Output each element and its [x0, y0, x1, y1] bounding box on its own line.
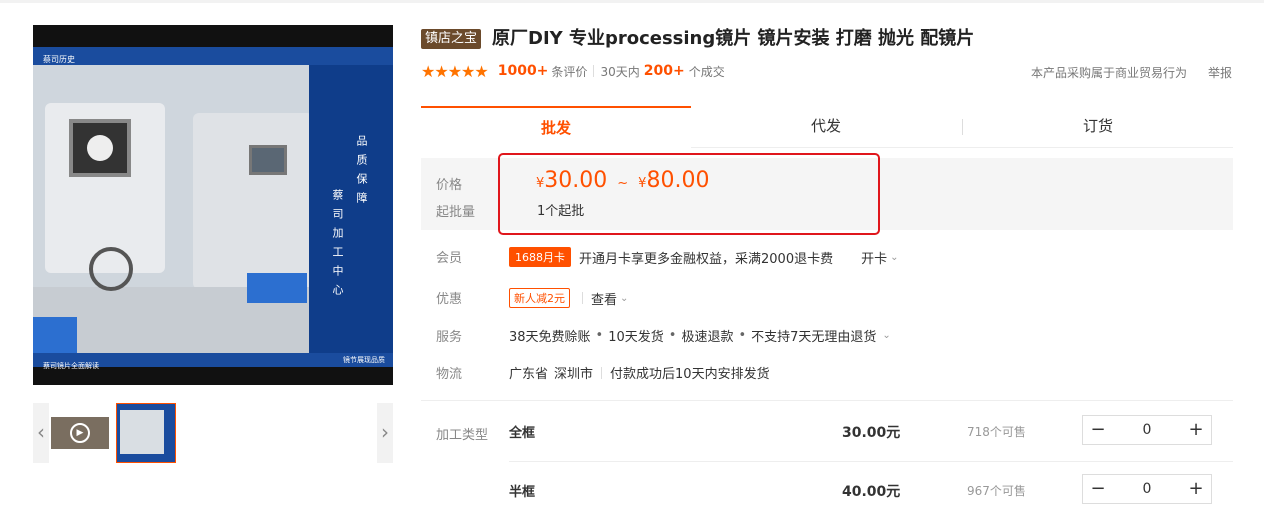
- divider: [582, 292, 583, 304]
- chevron-down-icon[interactable]: ⌄: [890, 252, 898, 263]
- thumbnail-video[interactable]: ▶: [51, 417, 109, 449]
- top-divider: [0, 0, 1264, 3]
- chevron-right-icon: ›: [381, 420, 389, 444]
- tab-order[interactable]: 订货: [963, 106, 1233, 148]
- sku-stock: 967个可售: [967, 484, 1026, 498]
- thumbnail-strip: ‹ ▶ ›: [33, 403, 393, 463]
- logistics-row: 广东省 深圳市 付款成功后10天内安排发货: [509, 363, 770, 382]
- thumbnail-next-button[interactable]: ›: [377, 403, 393, 463]
- discount-label: 优惠: [436, 292, 463, 307]
- review-count[interactable]: 1000+: [498, 63, 549, 79]
- image-footer-right-text: 镜节展现品质: [343, 356, 385, 364]
- sku-price: 30.00元: [842, 425, 901, 441]
- thumbnail-prev-button[interactable]: ‹: [33, 403, 49, 463]
- origin-province: 广东省: [509, 367, 549, 382]
- price-max: 80.00: [646, 168, 710, 193]
- image-footer-text: 蔡司镜片全面解读: [43, 362, 99, 370]
- price-highlight-box: [498, 153, 880, 235]
- store-treasure-badge: 镇店之宝: [421, 29, 482, 49]
- service-item: 不支持7天无理由退货: [751, 330, 877, 345]
- logistics-label: 物流: [436, 367, 463, 382]
- trade-notice: 本产品采购属于商业贸易行为: [1031, 66, 1188, 80]
- quantity-stepper: − 0 +: [1082, 474, 1212, 504]
- panel-text-quality: 品质保障: [355, 135, 368, 211]
- image-header-bar: 蔡司历史: [33, 47, 393, 65]
- divider: [601, 366, 603, 379]
- decrement-button[interactable]: −: [1083, 475, 1113, 503]
- new-user-coupon-tag: 新人减2元: [509, 288, 570, 308]
- sold-label: 个成交: [688, 64, 725, 79]
- shipping-time: 付款成功后10天内安排发货: [610, 367, 770, 382]
- member-label: 会员: [436, 251, 463, 266]
- quantity-stepper: − 0 +: [1082, 415, 1212, 445]
- increment-button[interactable]: +: [1181, 475, 1211, 503]
- service-dot: •: [668, 328, 677, 343]
- discount-row: 新人减2元 查看 ⌄: [509, 288, 628, 308]
- quantity-input[interactable]: 0: [1113, 481, 1181, 497]
- moq-value: 1个起批: [537, 204, 585, 219]
- blue-tray: [247, 273, 307, 303]
- sku-name: 全框: [509, 426, 536, 441]
- report-link[interactable]: 举报: [1208, 64, 1232, 81]
- origin-city: 深圳市: [554, 367, 594, 382]
- service-dot: •: [595, 328, 604, 343]
- image-header-text: 蔡司历史: [43, 55, 75, 64]
- main-product-image[interactable]: 蔡司历史 品质保障 蔡司加工中心 蔡司镜片全面解读 镜节展现品质: [33, 25, 393, 385]
- price-label: 价格: [436, 178, 463, 193]
- lens-machine-right: [193, 113, 313, 289]
- service-item: 极速退款: [681, 330, 734, 345]
- sales-period: 30天内: [600, 64, 640, 79]
- price-tilde: ~: [617, 176, 629, 191]
- service-row[interactable]: 38天免费赊账 • 10天发货 • 极速退款 • 不支持7天无理由退货 ⌄: [509, 326, 891, 345]
- view-discount-button[interactable]: 查看: [591, 289, 617, 308]
- panel-text-center: 蔡司加工中心: [331, 189, 344, 303]
- tab-dropship[interactable]: 代发: [691, 106, 961, 148]
- price-range: ¥30.00 ~ ¥80.00: [536, 168, 709, 193]
- sku-stock: 718个可售: [967, 425, 1026, 439]
- chevron-down-icon[interactable]: ⌄: [620, 293, 628, 304]
- handwheel: [89, 247, 133, 291]
- increment-button[interactable]: +: [1181, 416, 1211, 444]
- review-label[interactable]: 条评价: [551, 63, 587, 80]
- service-dot: •: [738, 328, 747, 343]
- service-item: 38天免费赊账: [509, 330, 591, 345]
- image-side-panel: 品质保障 蔡司加工中心: [309, 65, 393, 353]
- sold-count: 200+: [643, 63, 685, 79]
- member-row: 1688月卡 开通月卡享更多金融权益，采满2000退卡费 开卡 ⌄: [509, 247, 899, 267]
- price-min: 30.00: [544, 168, 608, 193]
- processing-type-label: 加工类型: [436, 428, 489, 443]
- chevron-down-icon[interactable]: ⌄: [882, 330, 890, 341]
- sku-price: 40.00元: [842, 484, 901, 500]
- purchase-mode-tabs: 批发 代发 订货: [421, 106, 1233, 148]
- play-icon: ▶: [70, 423, 90, 443]
- moq-label: 起批量: [436, 205, 476, 220]
- sku-name: 半框: [509, 485, 536, 500]
- divider: [593, 65, 595, 77]
- blue-tray: [33, 317, 77, 353]
- service-item: 10天发货: [608, 330, 664, 345]
- image-footer-bar: 蔡司镜片全面解读 镜节展现品质: [33, 353, 393, 370]
- open-card-button[interactable]: 开卡: [861, 248, 887, 267]
- thumbnail-image-selected[interactable]: [116, 403, 176, 463]
- quantity-input[interactable]: 0: [1113, 422, 1181, 438]
- star-rating-icon: ★★★★★: [421, 61, 489, 81]
- service-label: 服务: [436, 330, 463, 345]
- monthly-card-tag: 1688月卡: [509, 247, 571, 267]
- tab-wholesale[interactable]: 批发: [421, 106, 691, 148]
- decrement-button[interactable]: −: [1083, 416, 1113, 444]
- rating-row: ★★★★★ 1000+ 条评价 30天内 200+ 个成交: [421, 61, 725, 81]
- sku-divider: [509, 461, 1233, 462]
- section-divider: [421, 400, 1233, 401]
- product-title: 原厂DIY 专业processing镜片 镜片安装 打磨 抛光 配镜片: [492, 28, 975, 49]
- image-frame: 蔡司历史 品质保障 蔡司加工中心 蔡司镜片全面解读 镜节展现品质: [33, 47, 393, 370]
- chevron-left-icon: ‹: [37, 420, 45, 444]
- member-benefit-text: 开通月卡享更多金融权益，采满2000退卡费: [579, 251, 834, 267]
